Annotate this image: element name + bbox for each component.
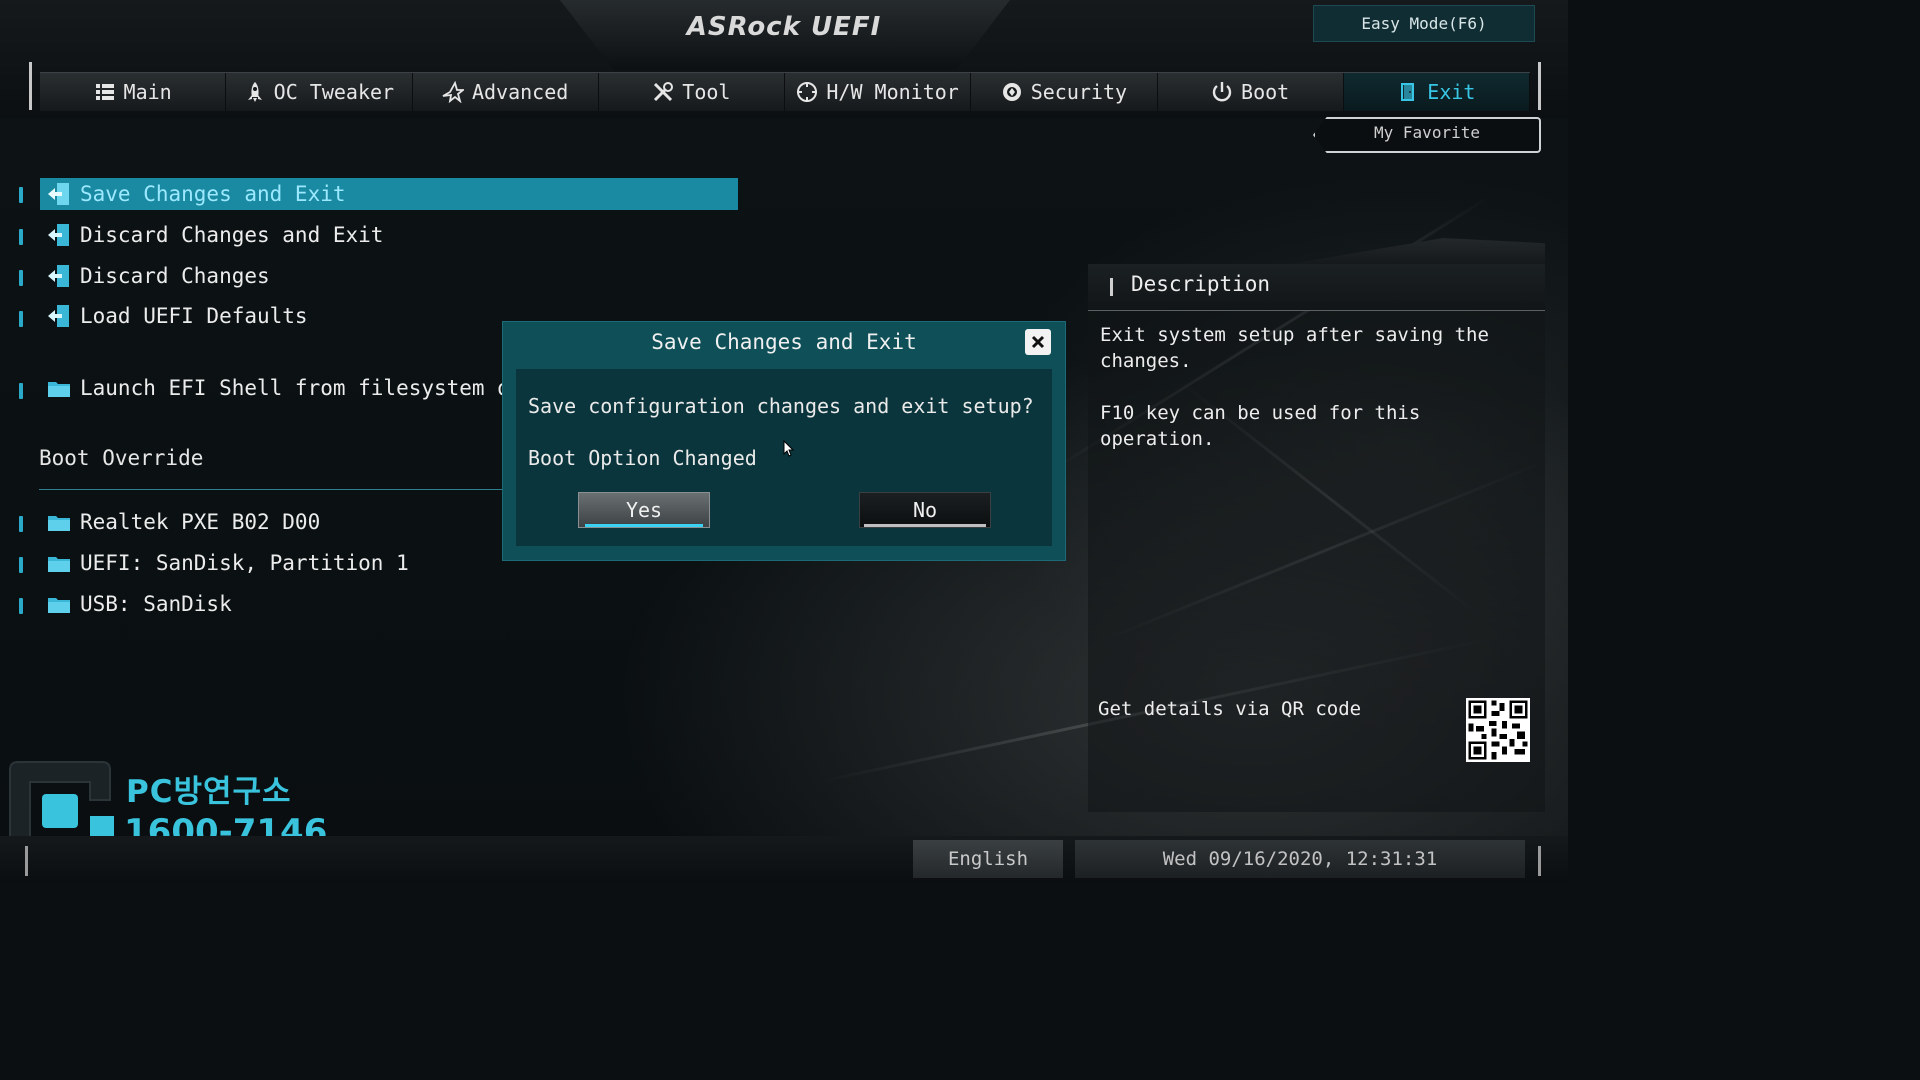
qr-code [1466, 698, 1530, 762]
exit-door-icon [1401, 83, 1415, 101]
dialog-message: Save configuration changes and exit setu… [528, 394, 1034, 418]
boot-item-label: USB: SanDisk [80, 592, 232, 616]
tab-label: Exit [1427, 80, 1476, 104]
exit-arrow-icon [48, 224, 69, 246]
no-button[interactable]: No [859, 492, 991, 528]
tab-main[interactable]: Main [40, 73, 227, 111]
tab-label: Main [123, 80, 172, 104]
menu-marker [19, 229, 23, 245]
exit-arrow-icon [48, 183, 69, 205]
tab-oc-tweaker[interactable]: OC Tweaker [226, 73, 413, 111]
exit-arrow-icon [48, 265, 69, 287]
menu-marker [19, 516, 23, 532]
menu-item-discard-changes-and-exit[interactable]: Discard Changes and Exit [40, 219, 383, 251]
yes-focus-underline [585, 524, 703, 527]
tab-exit[interactable]: Exit [1343, 73, 1530, 111]
menu-item-load-uefi-defaults[interactable]: Load UEFI Defaults [40, 300, 308, 332]
power-icon [1212, 82, 1232, 102]
tab-label: OC Tweaker [273, 80, 395, 104]
tab-advanced[interactable]: Advanced [413, 73, 599, 111]
datetime-display: Wed 09/16/2020, 12:31:31 [1075, 840, 1525, 878]
menu-item-label: Launch EFI Shell from filesystem device [80, 376, 574, 400]
my-favorite-button[interactable]: My Favorite [1313, 117, 1541, 153]
language-selector[interactable]: English [913, 840, 1063, 878]
boot-item-realtek-pxe[interactable]: Realtek PXE B02 D00 [40, 506, 320, 538]
dialog-title: Save Changes and Exit [651, 330, 917, 354]
boot-override-heading: Boot Override [39, 446, 204, 470]
menu-item-label: Load UEFI Defaults [80, 304, 308, 328]
menu-item-discard-changes[interactable]: Discard Changes [40, 260, 270, 292]
menu-marker [19, 383, 23, 399]
dialog-status: Boot Option Changed [528, 446, 757, 470]
footer-rail-right [1538, 846, 1541, 876]
description-hint: F10 key can be used for this operation. [1100, 402, 1421, 450]
tab-tool[interactable]: Tool [599, 73, 785, 111]
divider [1088, 310, 1545, 311]
easy-mode-button[interactable]: Easy Mode(F6) [1313, 5, 1535, 42]
boot-item-usb-sandisk[interactable]: USB: SanDisk [40, 588, 232, 620]
boot-item-label: UEFI: SanDisk, Partition 1 [80, 551, 409, 575]
tab-label: Security [1030, 80, 1128, 104]
tools-icon [654, 82, 674, 102]
menu-marker [19, 270, 23, 286]
close-icon [1031, 335, 1045, 349]
header-bar: ASRock UEFI Easy Mode(F6) Main OC Tweake… [0, 0, 1568, 118]
boot-item-uefi-sandisk[interactable]: UEFI: SanDisk, Partition 1 [40, 547, 409, 579]
menu-item-save-changes-and-exit[interactable]: Save Changes and Exit [40, 178, 738, 210]
menu-item-label: Discard Changes and Exit [80, 223, 384, 247]
tab-label: Advanced [471, 80, 569, 104]
menu-marker [19, 598, 23, 614]
uefi-screen: ASRock UEFI Easy Mode(F6) Main OC Tweake… [0, 0, 1568, 882]
tab-label: Tool [682, 80, 731, 104]
tab-security[interactable]: Security [971, 73, 1158, 111]
folder-icon [48, 557, 70, 572]
tab-label: Boot [1241, 80, 1290, 104]
crosshair-icon [797, 82, 818, 102]
tab-label: H/W Monitor [826, 80, 959, 104]
menu-marker [19, 311, 23, 327]
description-text: Exit system setup after saving the chang… [1100, 324, 1489, 372]
description-title: Description [1131, 272, 1271, 296]
nav-rail-left [29, 62, 32, 110]
divider [39, 489, 509, 490]
nav-rail-right [1538, 62, 1541, 110]
list-icon [95, 84, 114, 100]
description-marker [1110, 278, 1113, 296]
menu-item-label: Save Changes and Exit [80, 182, 346, 206]
tab-hw-monitor[interactable]: H/W Monitor [785, 73, 972, 111]
dialog-close-button[interactable] [1025, 329, 1051, 355]
mouse-cursor-icon [783, 440, 795, 457]
yes-button[interactable]: Yes [578, 492, 710, 528]
rocket-icon [247, 82, 262, 102]
menu-item-label: Discard Changes [80, 264, 270, 288]
menu-item-launch-efi-shell[interactable]: Launch EFI Shell from filesystem device [40, 372, 573, 404]
tab-boot[interactable]: Boot [1158, 73, 1344, 111]
folder-icon [48, 516, 70, 531]
no-underline [864, 524, 986, 527]
watermark-name: PC방연구소 [126, 774, 292, 810]
tab-bar: Main OC Tweaker Advanced Tool H/W Monito… [40, 72, 1530, 111]
folder-icon [48, 382, 70, 397]
footer-rail-left [25, 846, 28, 876]
star-icon [442, 81, 464, 103]
shield-icon [1002, 83, 1021, 101]
qr-label: Get details via QR code [1098, 698, 1362, 720]
exit-arrow-icon [48, 305, 69, 327]
menu-marker [19, 187, 23, 203]
folder-icon [48, 598, 70, 613]
boot-item-label: Realtek PXE B02 D00 [80, 510, 321, 534]
menu-marker [19, 557, 23, 573]
